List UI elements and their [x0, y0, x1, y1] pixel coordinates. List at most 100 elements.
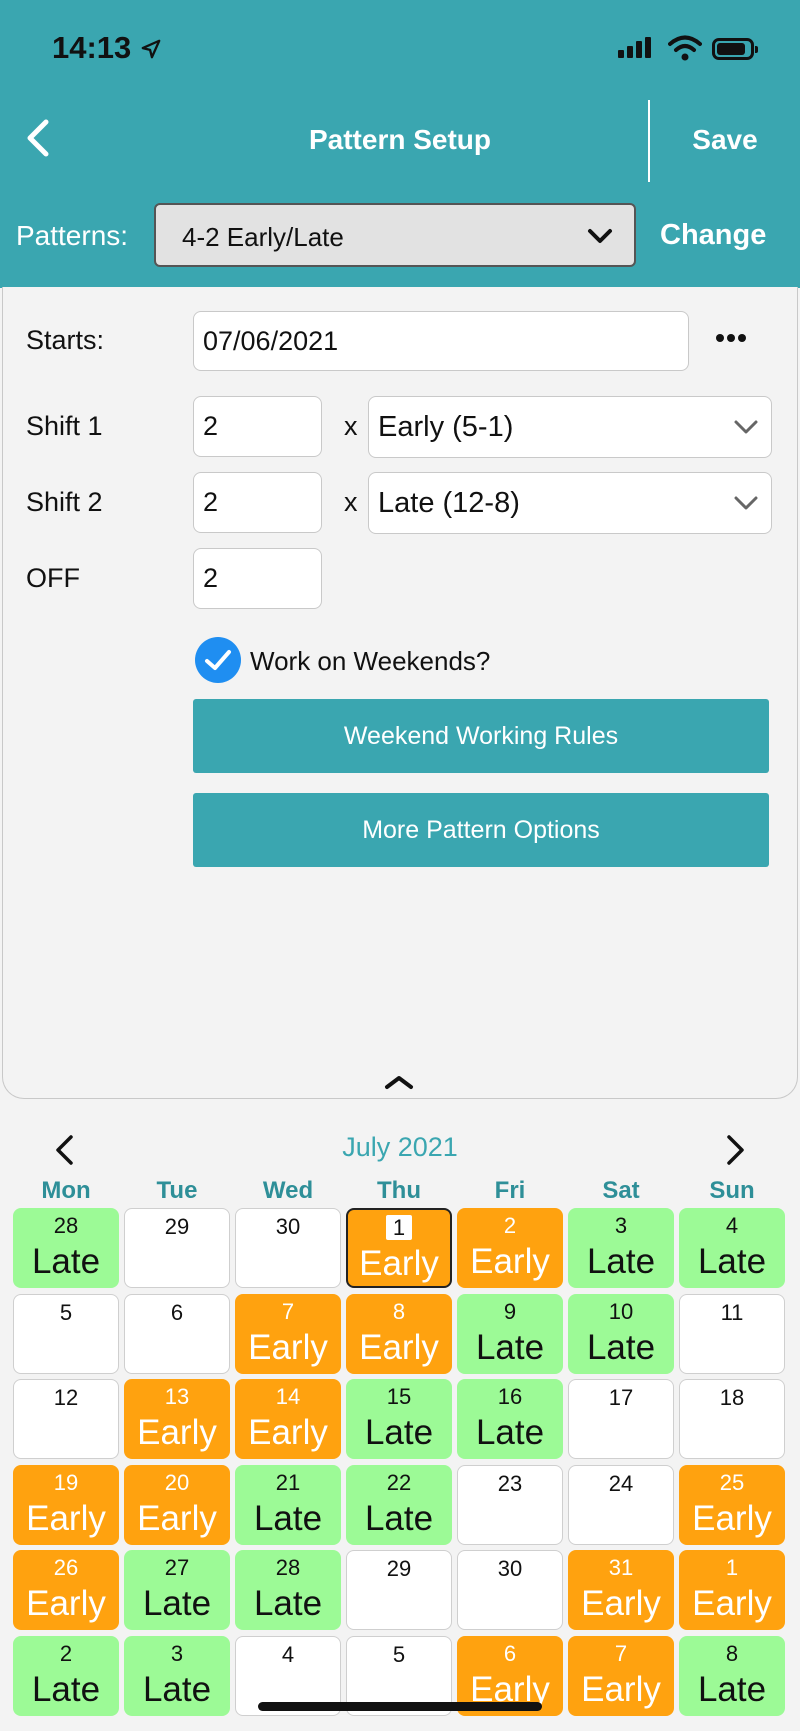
off-count-input[interactable]: 2 — [193, 548, 322, 609]
change-button[interactable]: Change — [660, 219, 766, 252]
wifi-icon — [668, 35, 702, 61]
calendar-day-cell[interactable]: 29 — [124, 1208, 230, 1288]
calendar-day-cell[interactable]: 22 Late — [346, 1465, 452, 1545]
day-number: 29 — [164, 1214, 190, 1239]
day-number: 15 — [386, 1384, 412, 1409]
day-number: 4 — [725, 1213, 739, 1238]
calendar-day-cell[interactable]: 17 — [568, 1379, 674, 1459]
shift-label: Late — [142, 1670, 212, 1709]
calendar-day-cell[interactable]: 2 Early — [457, 1208, 563, 1288]
day-number: 25 — [719, 1470, 745, 1495]
shift-label: Late — [31, 1242, 101, 1281]
shift1-label: Shift 1 — [26, 411, 103, 441]
calendar-day-cell[interactable]: 27 Late — [124, 1550, 230, 1630]
calendar-day-cell[interactable]: 13 Early — [124, 1379, 230, 1459]
header-bar: 14:13 Pattern Setup Save Patterns: 4-2 E… — [0, 0, 800, 288]
pattern-select-value: 4-2 Early/Late — [182, 222, 344, 252]
collapse-chevron-icon[interactable] — [384, 1074, 414, 1090]
weekday-thu: Thu — [377, 1177, 421, 1204]
starts-date-field[interactable]: 07/06/2021 — [193, 311, 689, 371]
weekends-checkbox[interactable] — [195, 637, 241, 683]
weekends-label: Work on Weekends? — [250, 646, 491, 676]
calendar-day-cell-today[interactable]: 1 Early — [346, 1208, 452, 1288]
calendar-day-cell[interactable]: 16 Late — [457, 1379, 563, 1459]
shift2-type-select[interactable]: Late (12-8) — [368, 472, 772, 534]
calendar-day-cell[interactable]: 31 Early — [568, 1550, 674, 1630]
calendar-day-cell[interactable]: 20 Early — [124, 1465, 230, 1545]
day-number: 9 — [503, 1299, 517, 1324]
pattern-select[interactable]: 4-2 Early/Late — [154, 203, 636, 267]
calendar-day-cell[interactable]: 14 Early — [235, 1379, 341, 1459]
calendar-day-cell[interactable]: 28 Late — [13, 1208, 119, 1288]
calendar-day-cell[interactable]: 28 Late — [235, 1550, 341, 1630]
calendar-day-cell[interactable]: 7 Early — [235, 1294, 341, 1374]
shift-label: Late — [697, 1242, 767, 1281]
weekday-fri: Fri — [494, 1177, 526, 1204]
calendar-day-cell[interactable]: 2 Late — [13, 1636, 119, 1716]
calendar-day-cell[interactable]: 3 Late — [124, 1636, 230, 1716]
shift-label: Early — [248, 1328, 328, 1367]
calendar-day-cell[interactable]: 11 — [679, 1294, 785, 1374]
day-number: 5 — [59, 1300, 73, 1325]
day-number: 3 — [170, 1641, 184, 1666]
day-number: 11 — [720, 1300, 744, 1325]
save-button[interactable]: Save — [650, 124, 800, 156]
day-number: 20 — [164, 1470, 190, 1495]
calendar-day-cell[interactable]: 26 Early — [13, 1550, 119, 1630]
shift-label: Early — [581, 1584, 661, 1623]
calendar-day-cell[interactable]: 24 — [568, 1465, 674, 1545]
day-number: 23 — [497, 1471, 523, 1496]
day-number: 30 — [497, 1556, 523, 1581]
calendar-day-cell[interactable]: 25 Early — [679, 1465, 785, 1545]
shift1-type-value: Early (5-1) — [378, 411, 514, 443]
off-label: OFF — [26, 563, 80, 593]
calendar-day-cell[interactable]: 29 — [346, 1550, 452, 1630]
calendar-day-cell[interactable]: 3 Late — [568, 1208, 674, 1288]
shift1-count-input[interactable]: 2 — [193, 396, 322, 457]
more-pattern-options-button[interactable]: More Pattern Options — [193, 793, 769, 867]
calendar-day-cell[interactable]: 30 — [457, 1550, 563, 1630]
calendar-day-cell[interactable]: 7 Early — [568, 1636, 674, 1716]
day-number: 24 — [608, 1471, 634, 1496]
day-number: 1 — [725, 1555, 739, 1580]
shift1-type-select[interactable]: Early (5-1) — [368, 396, 772, 458]
day-number: 16 — [497, 1384, 523, 1409]
shift-label: Late — [697, 1670, 767, 1709]
weekday-sun: Sun — [709, 1177, 755, 1204]
shift-label: Late — [253, 1584, 323, 1623]
calendar-day-cell[interactable]: 15 Late — [346, 1379, 452, 1459]
more-dots-icon[interactable] — [716, 334, 748, 346]
calendar-day-cell[interactable]: 6 — [124, 1294, 230, 1374]
shift-label: Late — [142, 1584, 212, 1623]
calendar-day-cell[interactable]: 8 Late — [679, 1636, 785, 1716]
weekday-wed: Wed — [262, 1177, 314, 1204]
calendar-day-cell[interactable]: 30 — [235, 1208, 341, 1288]
calendar-day-cell[interactable]: 8 Early — [346, 1294, 452, 1374]
home-indicator — [258, 1702, 542, 1711]
calendar-day-cell[interactable]: 12 — [13, 1379, 119, 1459]
calendar-day-cell[interactable]: 9 Late — [457, 1294, 563, 1374]
day-number: 10 — [608, 1299, 634, 1324]
shift-label: Early — [692, 1499, 772, 1538]
calendar-day-cell[interactable]: 5 — [13, 1294, 119, 1374]
calendar-day-cell[interactable]: 18 — [679, 1379, 785, 1459]
shift-label: Early — [26, 1499, 106, 1538]
shift-label: Early — [137, 1413, 217, 1452]
calendar-day-cell[interactable]: 10 Late — [568, 1294, 674, 1374]
day-number: 30 — [275, 1214, 301, 1239]
weekend-working-rules-button[interactable]: Weekend Working Rules — [193, 699, 769, 773]
day-number: 5 — [392, 1642, 406, 1667]
day-number: 29 — [386, 1556, 412, 1581]
shift-label: Early — [248, 1413, 328, 1452]
calendar-day-cell[interactable]: 23 — [457, 1465, 563, 1545]
chevron-right-icon[interactable] — [724, 1133, 748, 1167]
shift2-count-input[interactable]: 2 — [193, 472, 322, 533]
calendar-day-cell[interactable]: 19 Early — [13, 1465, 119, 1545]
starts-date-value: 07/06/2021 — [203, 326, 339, 356]
calendar-day-cell[interactable]: 4 Late — [679, 1208, 785, 1288]
calendar-day-cell[interactable]: 1 Early — [679, 1550, 785, 1630]
day-number: 2 — [503, 1213, 517, 1238]
day-number: 21 — [275, 1470, 301, 1495]
starts-label: Starts: — [26, 325, 105, 355]
calendar-day-cell[interactable]: 21 Late — [235, 1465, 341, 1545]
